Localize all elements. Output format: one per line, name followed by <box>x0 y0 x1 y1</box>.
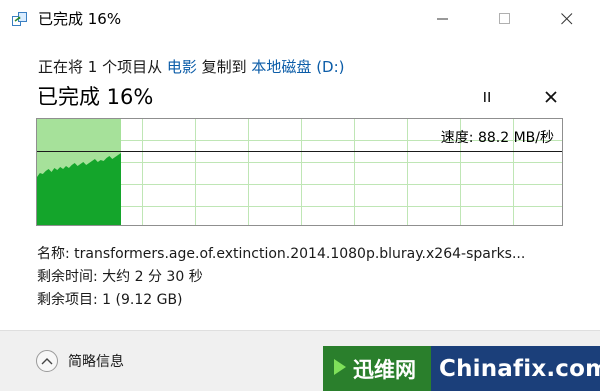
maximize-button[interactable] <box>482 0 528 38</box>
pause-icon <box>481 88 493 107</box>
destination-drive-link[interactable]: 本地磁盘 (D:) <box>251 58 344 76</box>
site-watermark: 迅维网 Chinafix.com <box>323 346 600 391</box>
maximize-icon <box>499 10 511 29</box>
play-arrow-icon <box>333 358 347 380</box>
window-close-button[interactable] <box>544 0 590 38</box>
file-name-row: 名称: transformers.age.of.extinction.2014.… <box>37 246 526 262</box>
watermark-brand-en: Chinafix.com <box>439 355 600 382</box>
time-remaining-row: 剩余时间: 大约 2 分 30 秒 <box>37 269 203 285</box>
pause-button[interactable] <box>474 86 500 108</box>
window-title: 已完成 16% <box>38 10 122 28</box>
cancel-icon <box>545 88 557 107</box>
progress-title: 已完成 16% <box>37 85 154 109</box>
source-folder-link[interactable]: 电影 <box>167 58 197 76</box>
watermark-cn-block: 迅维网 <box>323 346 431 391</box>
chevron-up-icon <box>36 350 58 372</box>
fewer-details-label: 简略信息 <box>68 354 124 370</box>
transfer-speed-graph: 速度: 88.2 MB/秒 <box>36 118 563 226</box>
minimize-button[interactable] <box>420 0 466 38</box>
copy-status-middle: 复制到 <box>196 58 252 76</box>
copy-status-prefix: 正在将 1 个项目从 <box>38 58 167 76</box>
minimize-icon <box>437 10 449 29</box>
fewer-details-toggle[interactable]: 简略信息 <box>36 348 124 374</box>
watermark-en-block: Chinafix.com <box>431 346 600 391</box>
copy-progress-window: 已完成 16% 正在将 1 个项目从 电影 复制到 本地磁盘 (D:) 已完成 … <box>0 0 600 391</box>
copy-status-line: 正在将 1 个项目从 电影 复制到 本地磁盘 (D:) <box>38 57 345 77</box>
watermark-brand-cn: 迅维网 <box>353 357 416 382</box>
cancel-button[interactable] <box>538 86 564 108</box>
file-copy-icon <box>12 11 28 27</box>
items-remaining-row: 剩余项目: 1 (9.12 GB) <box>37 292 183 308</box>
title-bar: 已完成 16% <box>0 0 600 38</box>
close-icon <box>561 10 573 29</box>
speed-label: 速度: 88.2 MB/秒 <box>440 130 554 146</box>
